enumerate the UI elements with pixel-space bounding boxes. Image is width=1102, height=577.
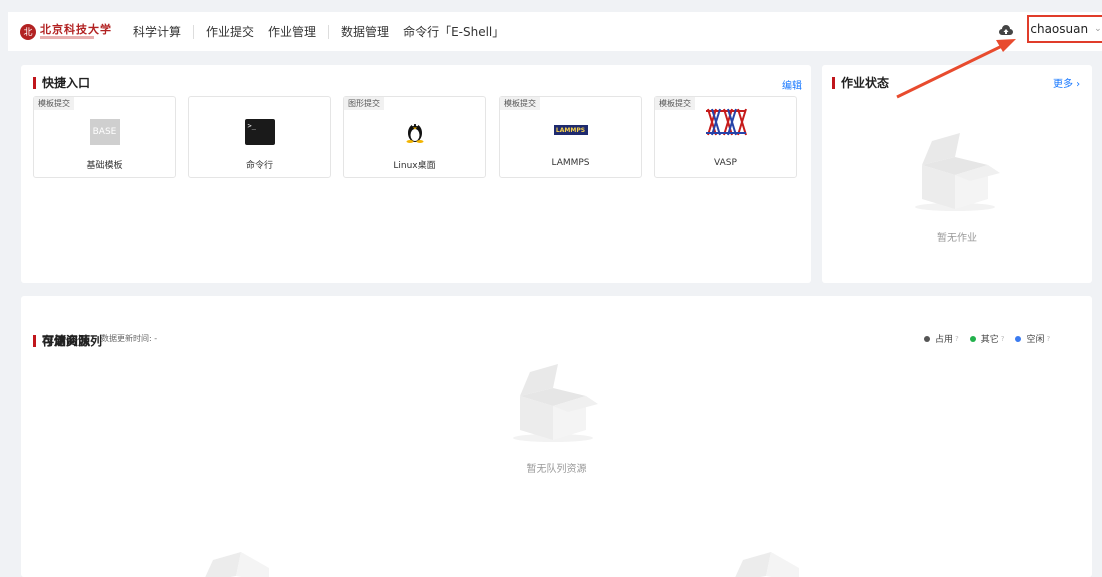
empty-queues-text: 暂无队列资源	[526, 464, 587, 475]
legend-label: 占用	[935, 335, 954, 345]
top-navigation-bar: 北 北京科技大学 科学计算 作业提交 作业管理 数据管理 命令行「E-Shell…	[8, 12, 1102, 51]
main-nav: 科学计算 作业提交 作业管理 数据管理 命令行「E-Shell」	[126, 23, 511, 40]
legend-occupied: 占用?	[924, 332, 959, 345]
nav-scientific-computing[interactable]: 科学计算	[126, 23, 188, 40]
university-logo[interactable]: 北 北京科技大学	[20, 23, 112, 40]
section-marker	[33, 76, 36, 89]
linux-penguin-icon	[406, 123, 423, 143]
storage-resources-title-text: 存储资源	[42, 334, 91, 348]
empty-jobs-text: 暂无作业	[937, 233, 977, 244]
cloud-upload-icon[interactable]	[998, 23, 1014, 39]
terminal-icon: >_	[244, 119, 275, 145]
legend-dot	[969, 335, 976, 342]
chevron-down-icon: ⌄	[1094, 24, 1102, 34]
empty-box-icon	[513, 364, 598, 442]
legend-other: 其它?	[969, 332, 1005, 345]
queue-legend: 占用? 其它? 空闲?	[924, 332, 1061, 345]
help-icon[interactable]: ?	[1046, 335, 1050, 343]
tile-linux-desktop[interactable]: 图形提交 Linux桌面	[343, 96, 486, 178]
accessible-queues-card: 可访问队列 数据更新时间: - 占用? 其它? 空闲? 暂无队列资源 可用资源 …	[21, 296, 1092, 577]
nav-data-management[interactable]: 数据管理	[334, 23, 396, 40]
base-template-icon: BASE	[89, 119, 120, 145]
edit-link[interactable]: 编辑	[782, 77, 802, 92]
tile-vasp[interactable]: 模板提交 VASP	[654, 96, 797, 178]
tile-name: LAMMPS	[551, 158, 590, 168]
tile-command-line[interactable]: >_ 命令行	[188, 96, 331, 178]
tile-name: VASP	[714, 158, 737, 168]
legend-label: 空闲	[1026, 335, 1045, 345]
empty-box-icon	[735, 552, 799, 577]
username-label: chaosuan	[1030, 22, 1089, 36]
nav-job-management[interactable]: 作业管理	[261, 23, 323, 40]
tile-tag: 模板提交	[34, 97, 74, 110]
legend-dot	[924, 335, 930, 342]
nav-divider	[328, 24, 330, 39]
legend-idle: 空闲?	[1015, 332, 1050, 345]
empty-box-icon	[915, 133, 1000, 211]
storage-resources-title: 存储资源	[33, 332, 90, 349]
help-icon[interactable]: ?	[1001, 335, 1005, 343]
tile-name: 命令行	[245, 161, 273, 171]
job-status-card: 作业状态 更多 › 暂无作业	[822, 65, 1092, 283]
more-link[interactable]: 更多 ›	[1053, 75, 1080, 90]
tile-tag: 模板提交	[655, 97, 695, 110]
tile-tag: 模板提交	[500, 97, 540, 110]
nav-divider	[193, 24, 195, 39]
help-icon[interactable]: ?	[955, 335, 959, 343]
quick-entry-title-text: 快捷入口	[42, 76, 91, 90]
quick-entry-title: 快捷入口	[33, 74, 90, 91]
tile-name: 基础模板	[86, 161, 123, 171]
lammps-icon: LAMMPS	[553, 125, 588, 135]
legend-label: 其它	[980, 335, 999, 345]
tile-base-template[interactable]: 模板提交 BASE 基础模板	[33, 96, 176, 178]
section-marker	[33, 334, 36, 347]
section-marker	[832, 76, 835, 89]
university-seal-icon: 北	[20, 23, 36, 40]
nav-command-line[interactable]: 命令行「E-Shell」	[396, 23, 511, 40]
empty-box-icon	[205, 552, 269, 577]
nav-job-submit[interactable]: 作业提交	[199, 23, 261, 40]
data-updated-time: 数据更新时间: -	[101, 334, 158, 343]
logo-english-line	[40, 36, 94, 39]
vasp-icon	[705, 108, 747, 136]
job-status-title-text: 作业状态	[841, 76, 890, 90]
logo-text: 北京科技大学	[40, 24, 112, 39]
legend-dot	[1015, 335, 1022, 342]
tile-name: Linux桌面	[393, 161, 436, 171]
job-status-title: 作业状态	[832, 74, 889, 91]
tile-lammps[interactable]: 模板提交 LAMMPS LAMMPS	[499, 96, 642, 178]
quick-entry-card: 快捷入口 编辑 模板提交 BASE 基础模板 >_ 命令行 图形提交 Linux…	[21, 65, 811, 283]
tile-tag: 图形提交	[344, 97, 384, 110]
logo-name: 北京科技大学	[40, 23, 112, 36]
user-menu-dropdown[interactable]: chaosuan ⌄	[1027, 15, 1102, 43]
